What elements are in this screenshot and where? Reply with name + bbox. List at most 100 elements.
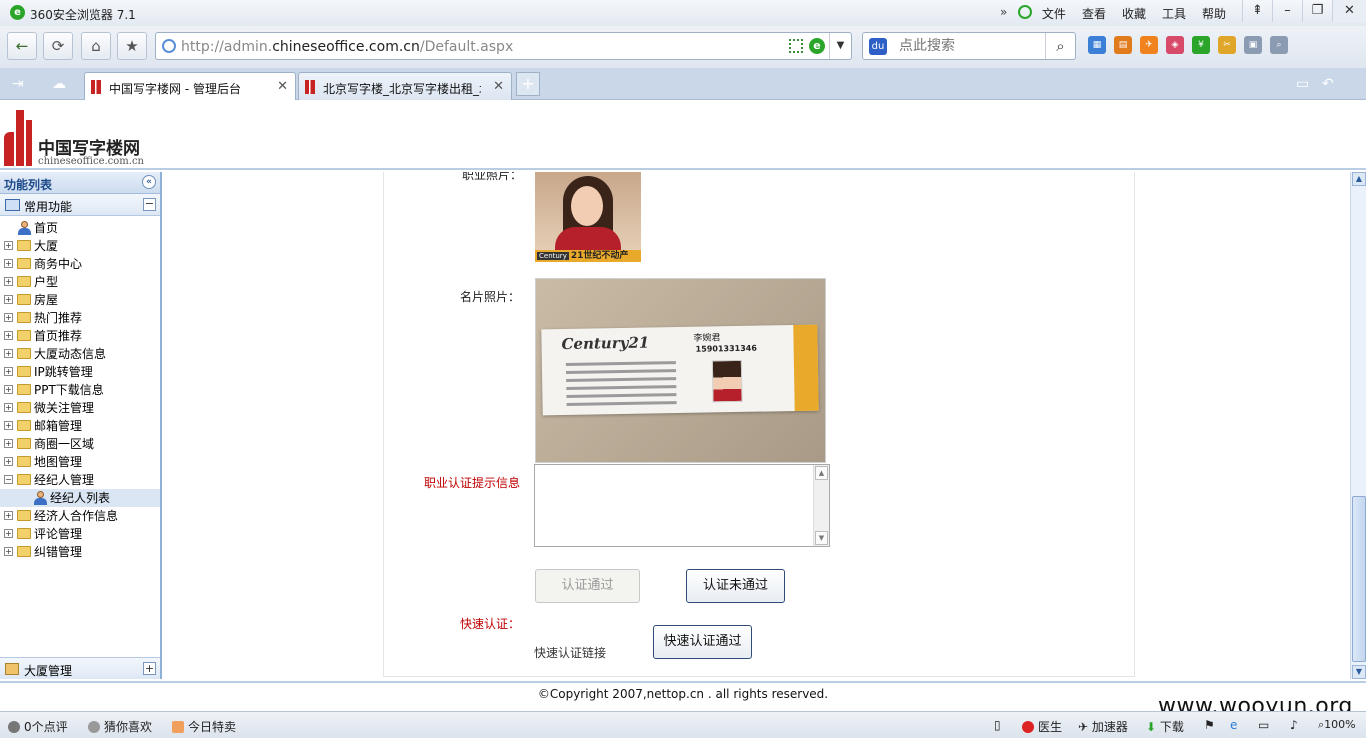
more-arrow-icon[interactable]: » (1000, 5, 1007, 19)
close-window-button[interactable]: ✕ (1332, 0, 1366, 22)
expand-node-icon[interactable]: + (4, 457, 13, 466)
apps-icon[interactable]: ▦ (1088, 36, 1106, 54)
collapse-sidebar-icon[interactable]: « (142, 175, 156, 189)
search-button[interactable]: ⌕ (1045, 33, 1075, 59)
collapse-node-icon[interactable]: − (4, 475, 13, 484)
sidebar-item[interactable]: + 房屋 (0, 291, 160, 309)
menu-file[interactable]: 文件 (1042, 5, 1066, 22)
undo-close-icon[interactable]: ↶ (1322, 76, 1334, 92)
restore-button[interactable]: ❐ (1302, 0, 1332, 22)
status-doctor[interactable]: 医生 (1022, 718, 1062, 735)
scroll-up-icon[interactable]: ▲ (815, 466, 828, 480)
phone-icon[interactable]: ▯ (994, 718, 1001, 732)
quick-approve-button[interactable]: 快速认证通过 (653, 625, 752, 659)
sidebar-item[interactable]: 经纪人列表 (0, 489, 160, 507)
sidebar-group-building[interactable]: 大厦管理 + (0, 657, 160, 679)
screenshot-icon[interactable]: ✂ (1218, 36, 1236, 54)
expand-node-icon[interactable]: + (4, 313, 13, 322)
expand-node-icon[interactable]: + (4, 403, 13, 412)
gallery-icon[interactable]: ▣ (1244, 36, 1262, 54)
menu-view[interactable]: 查看 (1082, 5, 1106, 22)
tab-admin[interactable]: 中国写字楼网 - 管理后台 ✕ (84, 72, 296, 100)
expand-group-icon[interactable]: + (143, 662, 156, 675)
skin-button[interactable]: ⇞ (1242, 0, 1272, 22)
sidebar-item[interactable]: + 纠错管理 (0, 543, 160, 561)
zoom-icon[interactable]: ⌕ (1270, 36, 1288, 54)
refresh-button[interactable]: ⟳ (43, 32, 73, 60)
ie-icon[interactable]: e (1230, 718, 1237, 732)
status-reviews[interactable]: 0个点评 (8, 718, 68, 735)
cert-info-textarea[interactable] (535, 465, 815, 546)
expand-node-icon[interactable]: + (4, 511, 13, 520)
menu-favorites[interactable]: 收藏 (1122, 5, 1146, 22)
tab-close-icon[interactable]: ✕ (277, 79, 288, 94)
sidebar-toggle-icon[interactable]: ⇥ (12, 76, 24, 92)
favorite-button[interactable]: ★ (117, 32, 147, 60)
minimize-button[interactable]: – (1272, 0, 1302, 22)
address-dropdown-icon[interactable]: ▼ (829, 33, 851, 59)
expand-node-icon[interactable]: + (4, 367, 13, 376)
sidebar-group-common[interactable]: 常用功能 − (0, 194, 160, 216)
sidebar-item[interactable]: + 大厦 (0, 237, 160, 255)
collapse-group-icon[interactable]: − (143, 198, 156, 211)
address-bar[interactable]: http://admin.chineseoffice.com.cn/Defaul… (155, 32, 852, 60)
back-button[interactable]: ← (7, 32, 37, 60)
approve-button[interactable]: 认证通过 (535, 569, 640, 603)
qr-code-icon[interactable] (789, 39, 803, 53)
sidebar-item[interactable]: + 首页推荐 (0, 327, 160, 345)
sidebar-item[interactable]: 首页 (0, 219, 160, 237)
sidebar-item[interactable]: + 商圈一区域 (0, 435, 160, 453)
sidebar-item[interactable]: + IP跳转管理 (0, 363, 160, 381)
expand-node-icon[interactable]: + (4, 259, 13, 268)
search-input[interactable] (899, 37, 1039, 55)
menu-help[interactable]: 帮助 (1202, 5, 1226, 22)
sidebar-item[interactable]: − 经纪人管理 (0, 471, 160, 489)
cloud-icon[interactable]: ☁ (52, 76, 66, 92)
scroll-down-icon[interactable]: ▼ (1352, 665, 1366, 679)
expand-node-icon[interactable]: + (4, 277, 13, 286)
sidebar-item[interactable]: + 邮箱管理 (0, 417, 160, 435)
new-tab-button[interactable]: + (516, 72, 540, 96)
tab-close-icon[interactable]: ✕ (493, 79, 504, 94)
expand-node-icon[interactable]: + (4, 439, 13, 448)
travel-icon[interactable]: ✈ (1140, 36, 1158, 54)
quick-cert-link[interactable]: 快速认证链接 (534, 644, 606, 661)
expand-node-icon[interactable]: + (4, 241, 13, 250)
flag-icon[interactable]: ⚑ (1204, 718, 1215, 732)
calendar-icon[interactable]: ▤ (1114, 36, 1132, 54)
expand-node-icon[interactable]: + (4, 421, 13, 430)
sidebar-item[interactable]: + 经济人合作信息 (0, 507, 160, 525)
expand-node-icon[interactable]: + (4, 295, 13, 304)
sidebar-item[interactable]: + 热门推荐 (0, 309, 160, 327)
address-url[interactable]: http://admin.chineseoffice.com.cn/Defaul… (181, 39, 513, 55)
home-button[interactable]: ⌂ (81, 32, 111, 60)
reject-button[interactable]: 认证未通过 (686, 569, 785, 603)
sidebar-item[interactable]: + 评论管理 (0, 525, 160, 543)
scroll-down-icon[interactable]: ▼ (815, 531, 828, 545)
textarea-scrollbar[interactable]: ▲ ▼ (813, 465, 829, 546)
sidebar-item[interactable]: + PPT下载信息 (0, 381, 160, 399)
search-engine-icon[interactable]: du (869, 38, 887, 55)
user-account-icon[interactable] (1018, 5, 1032, 19)
status-download[interactable]: ⬇ 下载 (1146, 718, 1184, 735)
page-scrollbar[interactable]: ▲ ▼ (1350, 172, 1366, 679)
status-deals[interactable]: 今日特卖 (172, 718, 236, 735)
expand-node-icon[interactable]: + (4, 331, 13, 340)
menu-tools[interactable]: 工具 (1162, 5, 1186, 22)
status-accelerator[interactable]: ✈ 加速器 (1078, 718, 1128, 735)
sidebar-item[interactable]: + 微关注管理 (0, 399, 160, 417)
expand-node-icon[interactable]: + (4, 349, 13, 358)
tab-beijing-office[interactable]: 北京写字楼_北京写字楼出租_北 ✕ (298, 72, 512, 100)
scroll-thumb[interactable] (1352, 496, 1366, 662)
expand-node-icon[interactable]: + (4, 547, 13, 556)
scroll-up-icon[interactable]: ▲ (1352, 172, 1366, 186)
zoom-level[interactable]: ⌕100% (1318, 718, 1356, 732)
expand-node-icon[interactable]: + (4, 385, 13, 394)
sidebar-item[interactable]: + 大厦动态信息 (0, 345, 160, 363)
status-recommend[interactable]: 猜你喜欢 (88, 718, 152, 735)
engine-switch-icon[interactable]: e (809, 38, 825, 54)
network-icon[interactable]: ▭ (1258, 718, 1269, 732)
tab-list-icon[interactable]: ▭ (1296, 76, 1309, 92)
finance-icon[interactable]: ¥ (1192, 36, 1210, 54)
shopping-icon[interactable]: ◈ (1166, 36, 1184, 54)
